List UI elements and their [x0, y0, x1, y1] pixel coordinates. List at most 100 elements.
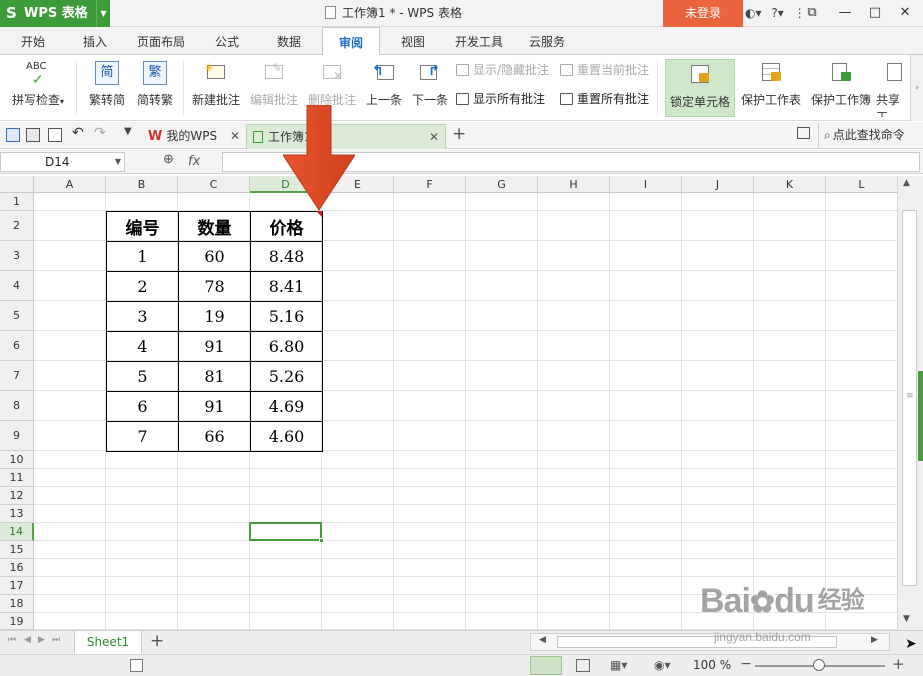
lock-cell-button[interactable]: 锁定单元格 — [665, 59, 735, 117]
new-comment-button[interactable]: ✳ 新建批注 — [188, 61, 244, 117]
zoom-in-icon[interactable]: + — [892, 655, 905, 673]
column-header[interactable]: J — [682, 176, 754, 193]
vertical-scrollbar[interactable]: ▲ ≡ ▼ — [897, 176, 923, 630]
row-header[interactable]: 13 — [0, 505, 34, 523]
table-cell[interactable]: 60 — [178, 241, 251, 272]
page-break-view-icon[interactable] — [576, 659, 590, 672]
simp-to-trad-button[interactable]: 繁 简转繁 — [132, 61, 178, 117]
search-command[interactable]: ⌕ 点此查找命令 — [818, 123, 905, 148]
undo-icon[interactable]: ↶ — [72, 125, 86, 141]
doc-tab-my-wps[interactable]: W 我的WPS ✕ — [142, 124, 246, 149]
row-header[interactable]: 18 — [0, 595, 34, 613]
minimize-icon[interactable]: — — [830, 0, 860, 27]
close-tab-icon[interactable]: ✕ — [429, 125, 439, 149]
save-icon[interactable] — [6, 128, 20, 142]
eye-protection-icon[interactable]: ◉▾ — [654, 658, 671, 672]
tab-data[interactable]: 数据 — [266, 27, 312, 55]
table-cell[interactable]: 5.16 — [250, 301, 323, 332]
reset-current-comment-button[interactable]: 重置当前批注 — [560, 61, 649, 79]
row-header[interactable]: 4 — [0, 271, 34, 301]
table-cell[interactable]: 81 — [178, 361, 251, 392]
new-tab-plus-icon[interactable]: + — [452, 124, 466, 144]
row-header[interactable]: 19 — [0, 613, 34, 630]
tab-cloud[interactable]: 云服务 — [520, 27, 574, 55]
side-panel-handle[interactable] — [918, 371, 923, 461]
prev-sheet-icon[interactable]: ◀ — [24, 635, 31, 645]
scroll-up-icon[interactable]: ▲ — [903, 178, 910, 188]
scroll-right-icon[interactable]: ▶ — [871, 635, 878, 645]
table-cell[interactable]: 7 — [106, 421, 179, 452]
close-icon[interactable]: ✕ — [890, 0, 920, 27]
sheet-tab-sheet1[interactable]: Sheet1 — [74, 631, 142, 655]
help-icon[interactable]: ?▾ — [771, 0, 783, 27]
table-header-cell[interactable]: 编号 — [106, 211, 179, 242]
row-header[interactable]: 3 — [0, 241, 34, 271]
table-cell[interactable]: 19 — [178, 301, 251, 332]
prev-comment-button[interactable]: ↰ 上一条 — [362, 61, 406, 117]
zoom-slider-thumb[interactable] — [813, 659, 825, 671]
tab-view[interactable]: 视图 — [390, 27, 436, 55]
row-header[interactable]: 10 — [0, 451, 34, 469]
row-header[interactable]: 5 — [0, 301, 34, 331]
row-header[interactable]: 11 — [0, 469, 34, 487]
table-cell[interactable]: 3 — [106, 301, 179, 332]
name-box[interactable]: D14 ▼ — [0, 152, 125, 172]
chevron-down-icon[interactable]: ▼ — [115, 153, 121, 171]
row-header[interactable]: 8 — [0, 391, 34, 421]
column-header[interactable]: A — [34, 176, 106, 193]
row-header[interactable]: 6 — [0, 331, 34, 361]
redo-icon[interactable]: ↷ — [94, 125, 108, 141]
table-cell[interactable]: 4.60 — [250, 421, 323, 452]
column-header[interactable]: L — [826, 176, 897, 193]
row-header[interactable]: 12 — [0, 487, 34, 505]
tab-list-icon[interactable] — [797, 127, 810, 139]
restore-window-icon[interactable]: ⧉ — [797, 0, 827, 27]
next-comment-button[interactable]: ↱ 下一条 — [408, 61, 452, 117]
add-sheet-plus-icon[interactable]: + — [150, 631, 164, 651]
spreadsheet-grid[interactable]: A B C D E F G H I J K L 1 2 3 4 5 6 7 8 9 10 11 12 13 14 15 16 17 18 1… — [0, 176, 897, 630]
row-header[interactable]: 14 — [0, 523, 34, 541]
close-tab-icon[interactable]: ✕ — [230, 124, 240, 148]
row-header[interactable]: 7 — [0, 361, 34, 391]
row-header[interactable]: 1 — [0, 193, 34, 211]
spellcheck-button[interactable]: ABC ✓ 拼写检查▾ — [6, 61, 70, 117]
vertical-scroll-thumb[interactable]: ≡ — [902, 210, 917, 586]
macro-record-icon[interactable] — [130, 659, 143, 672]
tab-formulas[interactable]: 公式 — [204, 27, 250, 55]
column-header[interactable]: C — [178, 176, 250, 193]
table-header-cell[interactable]: 价格 — [250, 211, 323, 242]
column-header[interactable]: G — [466, 176, 538, 193]
table-cell[interactable]: 66 — [178, 421, 251, 452]
qat-dropdown-icon[interactable]: ▼ — [124, 126, 138, 140]
table-cell[interactable]: 91 — [178, 331, 251, 362]
show-all-comments-button[interactable]: 显示所有批注 — [456, 90, 545, 108]
skin-icon[interactable]: ◐▾ — [745, 0, 762, 27]
last-sheet-icon[interactable]: ⏭ — [52, 635, 60, 645]
table-cell[interactable]: 5 — [106, 361, 179, 392]
horizontal-scrollbar[interactable]: ◀ ▶ — [530, 633, 890, 651]
tab-page-layout[interactable]: 页面布局 — [130, 27, 192, 55]
chevron-down-icon[interactable]: ▼ — [96, 0, 110, 27]
next-sheet-icon[interactable]: ▶ — [38, 635, 45, 645]
table-cell[interactable]: 78 — [178, 271, 251, 302]
reading-mode-icon[interactable]: ▦▾ — [610, 658, 627, 672]
first-sheet-icon[interactable]: ⏮ — [8, 635, 16, 645]
table-cell[interactable]: 8.41 — [250, 271, 323, 302]
normal-view-icon[interactable] — [530, 656, 562, 675]
table-cell[interactable]: 8.48 — [250, 241, 323, 272]
column-header[interactable]: I — [610, 176, 682, 193]
table-cell[interactable]: 5.26 — [250, 361, 323, 392]
table-header-cell[interactable]: 数量 — [178, 211, 251, 242]
scroll-left-icon[interactable]: ◀ — [539, 635, 546, 645]
table-cell[interactable]: 1 — [106, 241, 179, 272]
login-button[interactable]: 未登录 — [663, 0, 743, 27]
row-header[interactable]: 15 — [0, 541, 34, 559]
tab-insert[interactable]: 插入 — [70, 27, 120, 55]
table-cell[interactable]: 4.69 — [250, 391, 323, 422]
protect-sheet-button[interactable]: 保护工作表 — [738, 61, 804, 117]
trad-to-simp-button[interactable]: 简 繁转简 — [84, 61, 130, 117]
ribbon-scroll-right-icon[interactable]: › — [910, 55, 923, 121]
zoom-formula-icon[interactable]: ⊕ — [163, 152, 174, 167]
tab-developer[interactable]: 开发工具 — [446, 27, 512, 55]
table-cell[interactable]: 6 — [106, 391, 179, 422]
